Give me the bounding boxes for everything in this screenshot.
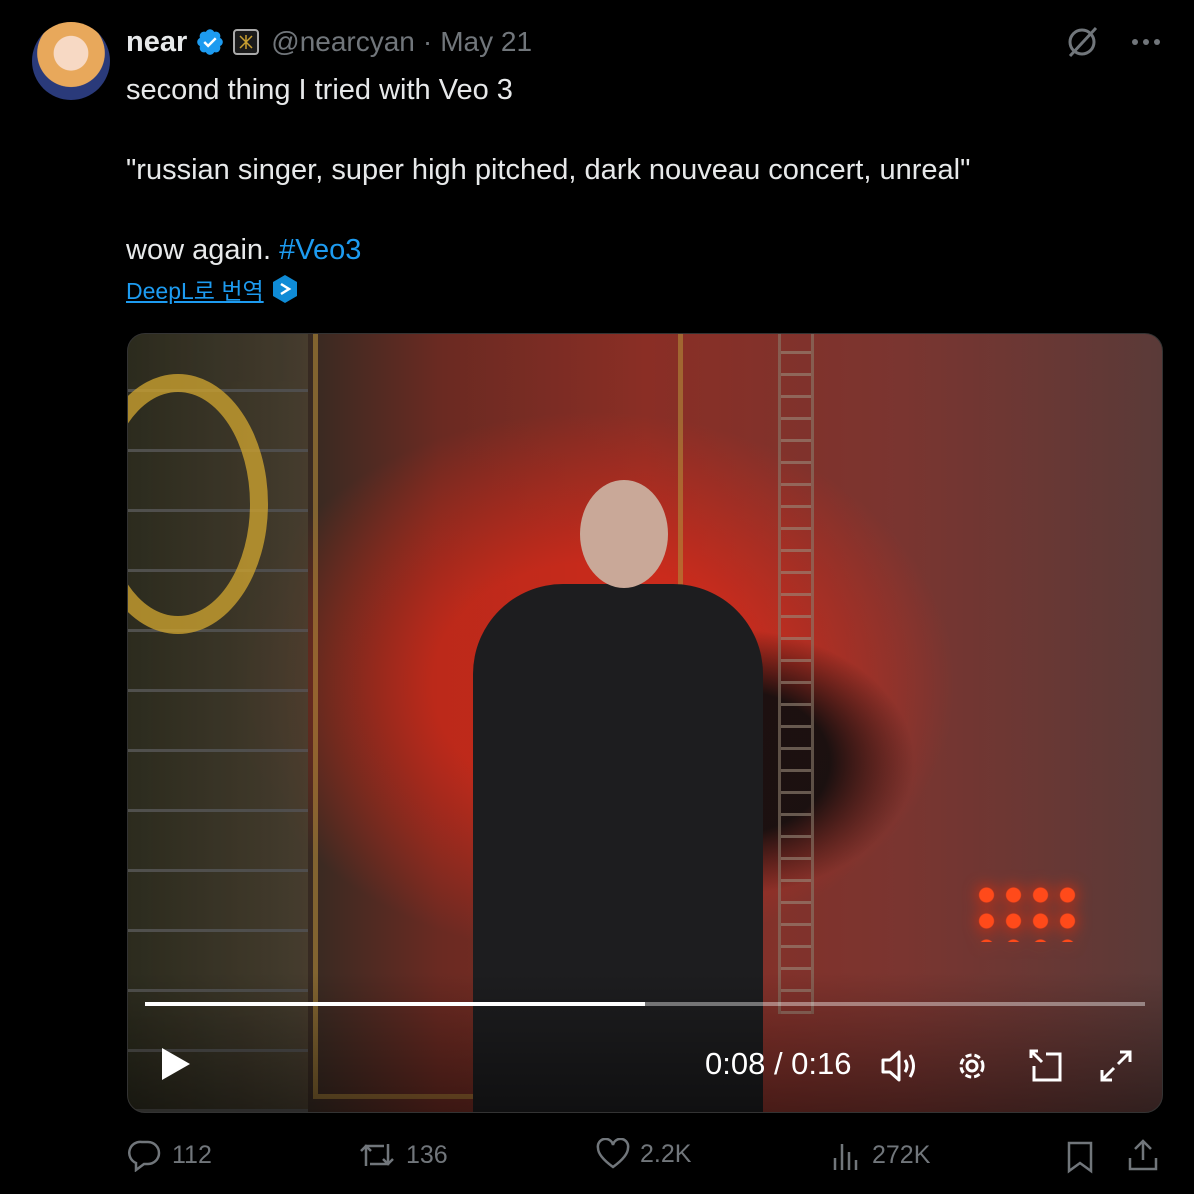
video-progress-fill — [145, 1002, 645, 1006]
author-handle[interactable]: @nearcyan — [271, 26, 415, 58]
separator-dot: · — [422, 26, 433, 57]
stage-ladder — [778, 334, 814, 1014]
views-count: 272K — [872, 1140, 931, 1169]
more-icon[interactable] — [1130, 36, 1162, 48]
affiliate-badge-icon[interactable] — [233, 29, 260, 55]
video-progress-bar[interactable] — [145, 1002, 1145, 1006]
verified-badge-icon[interactable] — [195, 27, 225, 57]
deepl-translate-link[interactable]: DeepL로 번역 — [126, 272, 264, 306]
deepl-icon[interactable] — [272, 274, 298, 304]
author-name[interactable]: near — [126, 26, 187, 59]
reply-count: 112 — [172, 1140, 212, 1169]
settings-icon[interactable] — [954, 1048, 990, 1084]
like-button[interactable]: 2.2K — [596, 1138, 691, 1170]
reply-icon — [128, 1140, 161, 1172]
fullscreen-icon[interactable] — [1098, 1048, 1134, 1084]
singer-head — [580, 480, 668, 588]
reply-button[interactable]: 112 — [128, 1138, 212, 1172]
play-icon[interactable] — [158, 1046, 192, 1082]
tweet-line-1: second thing I tried with Veo 3 — [126, 74, 513, 106]
tweet-header: near @nearcyan · May 21 — [126, 24, 532, 60]
tweet-line-3: wow again. #Veo3 — [126, 230, 1156, 270]
video-player[interactable]: 0:08 / 0:16 — [127, 333, 1163, 1113]
tweet-text: second thing I tried with Veo 3 "russian… — [126, 70, 1156, 270]
repost-icon — [360, 1144, 394, 1166]
like-icon — [596, 1138, 630, 1169]
tweet-line-2: "russian singer, super high pitched, dar… — [126, 154, 971, 186]
share-icon[interactable] — [1126, 1138, 1160, 1172]
volume-icon[interactable] — [880, 1048, 920, 1084]
like-count: 2.2K — [640, 1139, 692, 1168]
tweet-line-3-text: wow again. — [126, 234, 280, 266]
repost-button[interactable]: 136 — [358, 1138, 448, 1172]
video-controls: 0:08 / 0:16 — [128, 1036, 1162, 1092]
grok-icon[interactable] — [1064, 24, 1100, 60]
avatar[interactable] — [32, 22, 110, 100]
translate-row: DeepL로 번역 — [126, 272, 298, 306]
hashtag-link[interactable]: #Veo3 — [279, 234, 361, 266]
tweet-date[interactable]: May 21 — [440, 26, 532, 58]
stage-lights — [973, 882, 1083, 942]
views-icon — [833, 1144, 858, 1170]
pip-icon[interactable] — [1028, 1048, 1064, 1084]
header-actions — [1064, 24, 1162, 60]
video-time: 0:08 / 0:16 — [705, 1046, 852, 1081]
tweet-actions: 112 136 2.2K 272K — [126, 1138, 1166, 1178]
views-button[interactable]: 272K — [832, 1138, 930, 1172]
repost-count: 136 — [406, 1140, 448, 1169]
bookmark-icon[interactable] — [1066, 1140, 1094, 1174]
